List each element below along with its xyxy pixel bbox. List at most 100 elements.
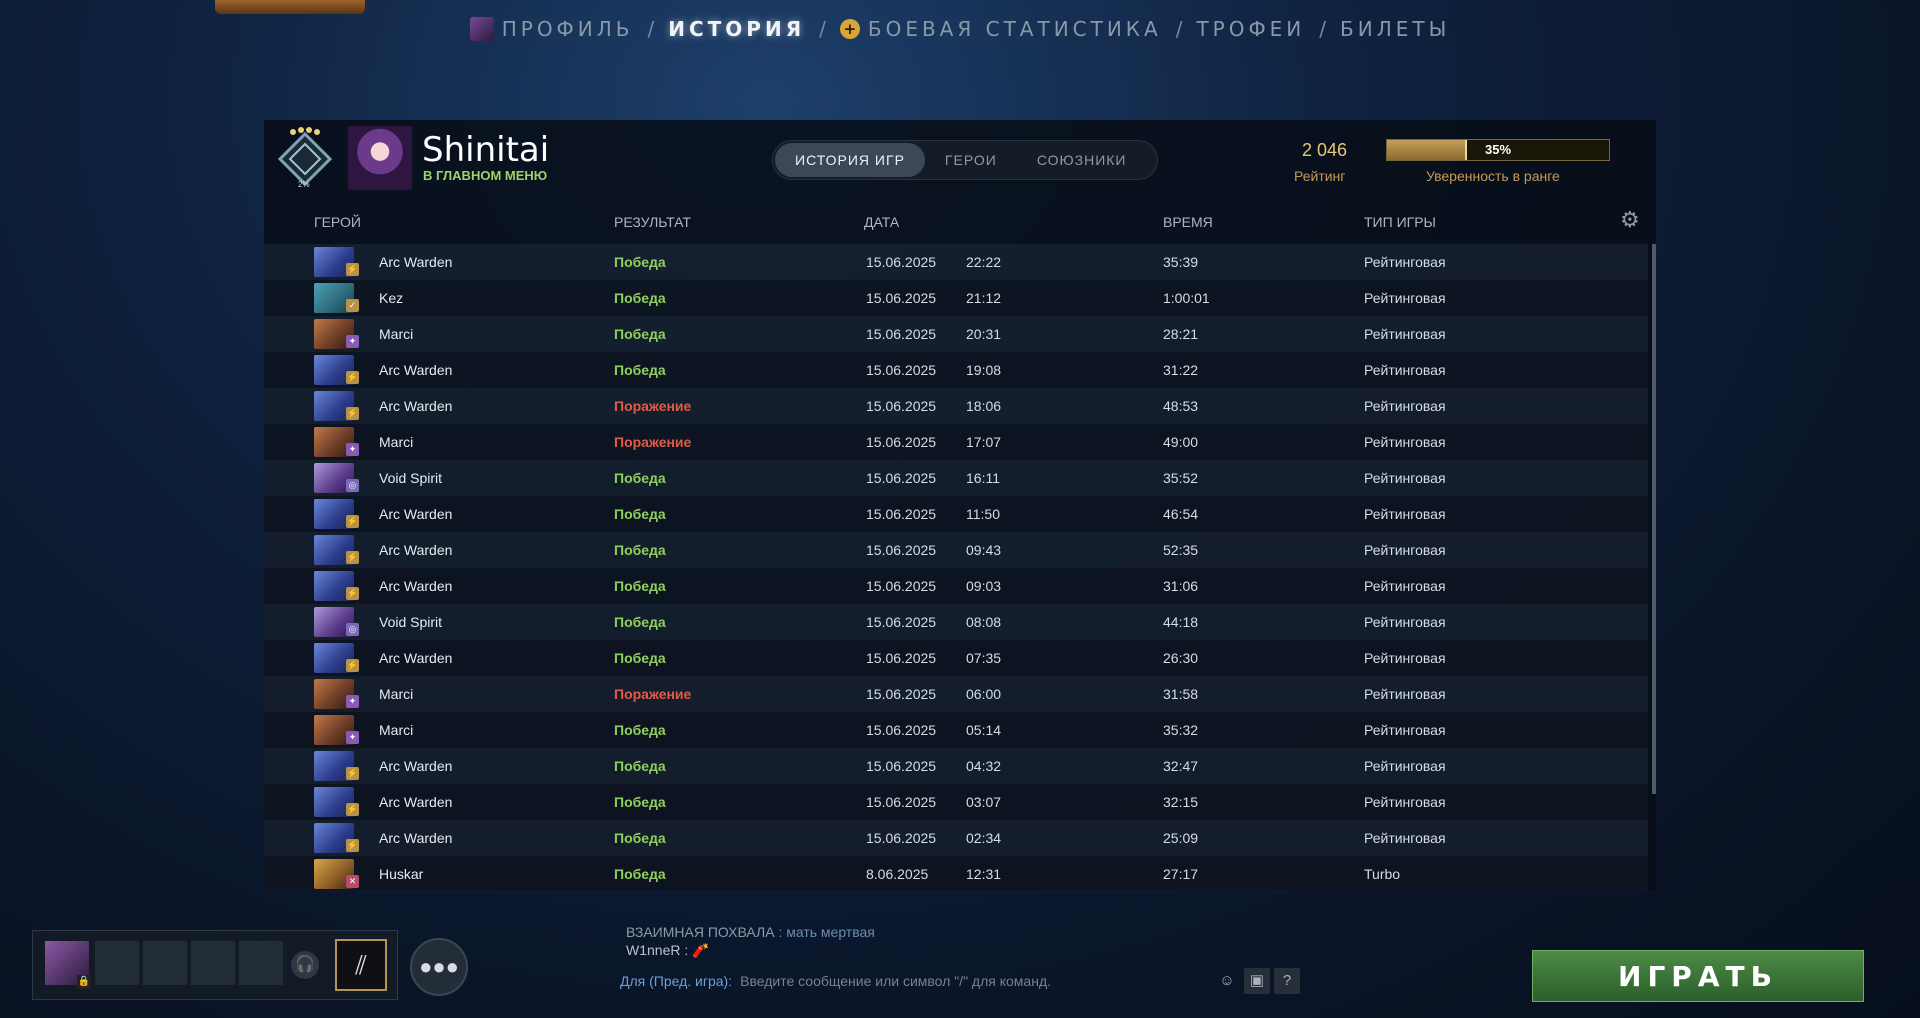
match-time: 22:22 [966,254,1002,270]
screenshot-icon[interactable]: ▣ [1244,968,1270,994]
tab-match-history[interactable]: ИСТОРИЯ ИГР [775,143,925,177]
position-icon: ✕ [346,875,359,888]
position-icon: ⚡ [346,551,359,564]
headset-icon[interactable]: 🎧 [291,951,319,979]
gear-icon[interactable]: ⚙ [1620,209,1642,231]
table-row[interactable]: ◎ Void Spirit Победа 15.06.2025 08:08 44:18 Ре… [264,604,1648,640]
table-row[interactable]: ⚡ Arc Warden Победа 15.06.2025 09:43 52:35 Рей… [264,532,1648,568]
party-slot-empty[interactable] [95,941,139,985]
position-icon: ⚡ [346,263,359,276]
scrollbar[interactable] [1652,244,1656,794]
table-row[interactable]: ✕ Huskar Победа 8.06.2025 12:31 27:17 Turbo [264,856,1648,892]
match-mode: Рейтинговая [1364,434,1446,450]
match-time: 09:43 [966,542,1002,558]
table-row[interactable]: ⚡ Arc Warden Победа 15.06.2025 09:03 31:06 Рей… [264,568,1648,604]
match-result: Победа [614,326,666,342]
nav-profile[interactable]: ПРОФИЛЬ [469,17,634,41]
match-date: 15.06.2025 [866,434,937,450]
column-header-duration[interactable]: ВРЕМЯ [1163,214,1213,230]
nav-battle-stats-label: БОЕВАЯ СТАТИСТИКА [867,17,1162,41]
hero-name: Arc Warden [379,362,453,378]
match-result: Поражение [614,434,692,450]
nav-separator: / [1175,17,1183,41]
match-history-panel: 2% Shinitai В ГЛАВНОМ МЕНЮ ИСТОРИЯ ИГР Г… [264,120,1656,892]
table-row[interactable]: ✦ Marci Поражение 15.06.2025 06:00 31:58 Рейти… [264,676,1648,712]
match-result: Поражение [614,686,692,702]
column-header-result[interactable]: РЕЗУЛЬТАТ [614,214,691,230]
match-result: Победа [614,470,666,486]
match-result: Победа [614,866,666,882]
hero-name: Arc Warden [379,578,453,594]
party-slot-empty[interactable] [239,941,283,985]
match-date: 15.06.2025 [866,758,937,774]
nav-separator: / [1319,17,1327,41]
nav-tickets[interactable]: БИЛЕТЫ [1340,17,1450,41]
match-time: 19:08 [966,362,1002,378]
position-icon: ⚡ [346,803,359,816]
match-date: 15.06.2025 [866,578,937,594]
match-time: 08:08 [966,614,1002,630]
position-icon: ⚡ [346,659,359,672]
social-icon[interactable]: ●●● [410,938,468,996]
party-slot-empty[interactable] [191,941,235,985]
table-row[interactable]: ⚡ Arc Warden Победа 15.06.2025 22:22 35:39 Рей… [264,244,1648,280]
chat-input[interactable] [738,972,1210,990]
match-mode: Рейтинговая [1364,542,1446,558]
avatar-icon [469,17,494,41]
nav-battle-stats[interactable]: + БОЕВАЯ СТАТИСТИКА [839,17,1162,41]
table-row[interactable]: ✓ Kez Победа 15.06.2025 21:12 1:00:01 Рейтинго… [264,280,1648,316]
table-row[interactable]: ⚡ Arc Warden Победа 15.06.2025 07:35 26:30 Рей… [264,640,1648,676]
position-icon: ✦ [346,731,359,744]
hero-name: Marci [379,686,414,702]
table-row[interactable]: ✦ Marci Победа 15.06.2025 05:14 35:32 Рейтинго… [264,712,1648,748]
match-date: 15.06.2025 [866,290,937,306]
table-row[interactable]: ◎ Void Spirit Победа 15.06.2025 16:11 35:52 Ре… [264,460,1648,496]
emoji-icon[interactable]: ☺ [1214,968,1240,994]
help-icon[interactable]: ? [1274,968,1300,994]
match-duration: 31:22 [1163,362,1199,378]
table-row[interactable]: ⚡ Arc Warden Поражение 15.06.2025 18:06 48:53… [264,388,1648,424]
match-mode: Рейтинговая [1364,614,1446,630]
chat-username[interactable]: W1nneR [626,942,680,958]
ranked-icon[interactable]: ⫽ [335,939,387,991]
table-row[interactable]: ⚡ Arc Warden Победа 15.06.2025 02:34 25:09 Рей… [264,820,1648,856]
nav-trophies[interactable]: ТРОФЕИ [1196,17,1305,41]
match-duration: 31:58 [1163,686,1199,702]
table-row[interactable]: ⚡ Arc Warden Победа 15.06.2025 03:07 32:15 Рей… [264,784,1648,820]
match-date: 15.06.2025 [866,326,937,342]
play-button[interactable]: ИГРАТЬ [1532,950,1864,1002]
rating-label: Рейтинг [1294,168,1346,184]
column-header-hero[interactable]: ГЕРОЙ [314,214,361,230]
match-date: 15.06.2025 [866,506,937,522]
match-date: 15.06.2025 [866,398,937,414]
table-row[interactable]: ⚡ Arc Warden Победа 15.06.2025 04:32 32:47 Рей… [264,748,1648,784]
match-duration: 27:17 [1163,866,1199,882]
table-row[interactable]: ✦ Marci Победа 15.06.2025 20:31 28:21 Рейтинго… [264,316,1648,352]
nav-history-label: ИСТОРИЯ [668,17,806,41]
hero-name: Arc Warden [379,398,453,414]
table-row[interactable]: ⚡ Arc Warden Победа 15.06.2025 11:50 46:54 Рей… [264,496,1648,532]
rating-value: 2 046 [1302,140,1348,160]
match-time: 12:31 [966,866,1002,882]
lock-icon: 🔒 [77,975,91,989]
chat-channel[interactable]: Для (Пред. игра): [620,973,732,989]
position-icon: ⚡ [346,407,359,420]
match-list: ⚡ Arc Warden Победа 15.06.2025 22:22 35:39 Рей… [264,244,1648,892]
tab-allies[interactable]: СОЮЗНИКИ [1017,143,1147,177]
table-row[interactable]: ⚡ Arc Warden Победа 15.06.2025 19:08 31:22 Рей… [264,352,1648,388]
match-mode: Рейтинговая [1364,794,1446,810]
match-time: 06:00 [966,686,1002,702]
match-mode: Рейтинговая [1364,650,1446,666]
tab-heroes[interactable]: ГЕРОИ [925,143,1017,177]
column-header-mode[interactable]: ТИП ИГРЫ [1364,214,1436,230]
position-icon: ⚡ [346,839,359,852]
column-header-date[interactable]: ДАТА [864,214,899,230]
chat-line: W1nneR : 🧨 [626,942,1306,960]
match-result: Победа [614,578,666,594]
match-mode: Рейтинговая [1364,722,1446,738]
player-avatar[interactable] [348,126,412,190]
nav-history[interactable]: ИСТОРИЯ [668,17,805,41]
party-slot-empty[interactable] [143,941,187,985]
hero-name: Marci [379,722,414,738]
table-row[interactable]: ✦ Marci Поражение 15.06.2025 17:07 49:00 Рейти… [264,424,1648,460]
